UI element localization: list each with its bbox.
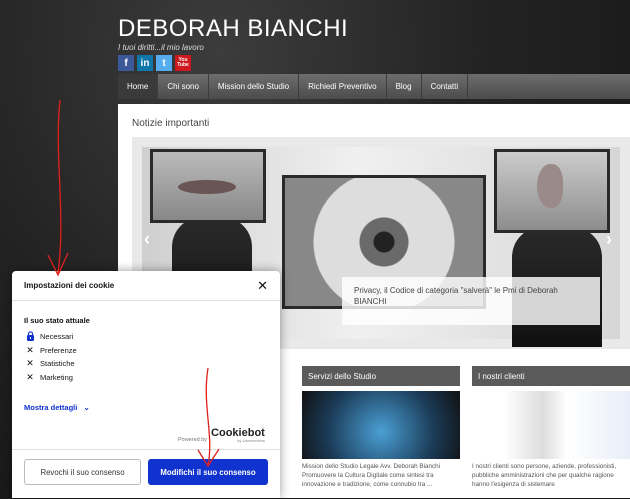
column-head-clienti[interactable]: I nostri clienti xyxy=(472,366,630,386)
facebook-icon[interactable]: f xyxy=(118,55,134,71)
site-tagline: I tuoi diritti...il mio lavoro xyxy=(118,43,204,52)
cookie-dialog: Impostazioni dei cookie ✕ Il suo stato a… xyxy=(12,271,280,498)
tv-mouth xyxy=(150,149,266,223)
column-text-servizi: Mission dello Studio Legale Avv. Deborah… xyxy=(302,463,441,488)
nav-preventivo[interactable]: Richiedi Preventivo xyxy=(299,74,387,99)
main-nav: Home Chi sono Mission dello Studio Richi… xyxy=(118,74,630,99)
site-title[interactable]: DEBORAH BIANCHI xyxy=(118,16,348,42)
social-links: f in t You Tube xyxy=(118,55,191,71)
x-icon: ✕ xyxy=(26,358,34,369)
column-image-clienti xyxy=(472,391,630,459)
slider-next-icon[interactable]: › xyxy=(606,229,612,250)
column-head-servizi[interactable]: Servizi dello Studio xyxy=(302,366,460,386)
nav-blog[interactable]: Blog xyxy=(387,74,422,99)
site-header: DEBORAH BIANCHI I tuoi diritti...il mio … xyxy=(118,16,348,53)
nav-mission[interactable]: Mission dello Studio xyxy=(209,74,300,99)
youtube-icon[interactable]: You Tube xyxy=(175,55,191,71)
cookie-dialog-footer: Revochi il suo consenso Modifichi il suo… xyxy=(12,449,280,499)
consent-list: Necessari ✕ Preferenze ✕ Statistiche ✕ M… xyxy=(24,330,77,384)
nav-contatti[interactable]: Contatti xyxy=(422,74,469,99)
consent-item-preferenze: ✕ Preferenze xyxy=(24,344,77,358)
tv-ear xyxy=(494,149,610,233)
revoke-consent-button[interactable]: Revochi il suo consenso xyxy=(24,459,141,485)
cookie-dialog-title: Impostazioni dei cookie xyxy=(24,281,115,290)
consent-item-label: Preferenze xyxy=(40,345,77,355)
consent-item-label: Statistiche xyxy=(40,359,75,369)
slider-prev-icon[interactable]: ‹ xyxy=(144,229,150,250)
slider-caption[interactable]: Privacy, il Codice di categoria "salverà… xyxy=(342,277,600,325)
chevron-down-icon: ⌄ xyxy=(83,403,90,412)
column-text-clienti: I nostri clienti sono persone, aziende, … xyxy=(472,463,617,488)
annotation-arrow-button xyxy=(197,367,220,468)
annotation-arrow-left xyxy=(47,99,69,277)
consent-item-statistiche: ✕ Statistiche xyxy=(24,357,77,371)
linkedin-icon[interactable]: in xyxy=(137,55,153,71)
column-image-servizi xyxy=(302,391,460,459)
consent-item-label: Necessari xyxy=(40,332,74,342)
section-title: Notizie importanti xyxy=(132,118,210,129)
lock-icon xyxy=(24,330,36,343)
consent-item-marketing: ✕ Marketing xyxy=(24,371,77,385)
nav-chi-sono[interactable]: Chi sono xyxy=(158,74,209,99)
nav-home[interactable]: Home xyxy=(118,74,159,99)
x-icon: ✕ xyxy=(26,344,34,355)
x-icon: ✕ xyxy=(26,371,34,382)
consent-item-necessari: Necessari xyxy=(24,330,77,344)
twitter-icon[interactable]: t xyxy=(156,55,172,71)
consent-state-label: Il suo stato attuale xyxy=(24,316,90,325)
show-details-label: Mostra dettagli xyxy=(24,403,78,412)
close-icon[interactable]: ✕ xyxy=(257,278,268,294)
consent-item-label: Marketing xyxy=(40,372,73,382)
show-details-link[interactable]: Mostra dettagli ⌄ xyxy=(24,403,90,412)
